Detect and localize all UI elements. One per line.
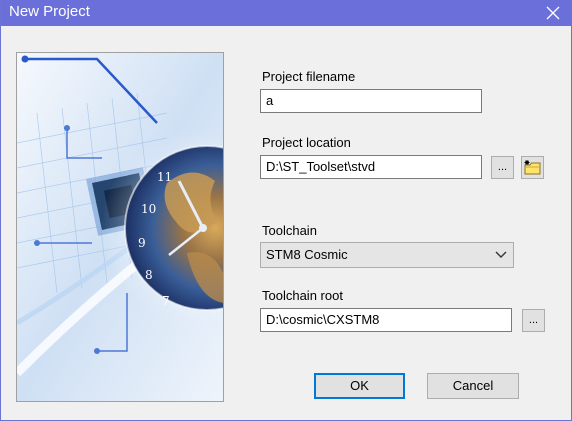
svg-text:8: 8	[145, 268, 153, 282]
toolchain-root-browse-button[interactable]: ...	[522, 309, 545, 332]
project-location-input[interactable]: D:\ST_Toolset\stvd	[260, 155, 482, 179]
toolchain-selected-value: STM8 Cosmic	[266, 247, 348, 262]
svg-text:11: 11	[157, 170, 172, 184]
project-location-browse-button[interactable]: ...	[491, 156, 514, 179]
title-bar: New Project	[1, 0, 572, 26]
toolchain-select[interactable]: STM8 Cosmic	[260, 242, 514, 268]
globe-clock-circuit-illustration: 11 10 9 8 7	[17, 53, 223, 401]
project-illustration: 11 10 9 8 7	[16, 52, 224, 402]
project-filename-input[interactable]: a	[260, 89, 482, 113]
toolchain-root-label: Toolchain root	[262, 288, 343, 303]
chevron-down-icon	[495, 251, 507, 258]
project-location-label: Project location	[262, 135, 351, 150]
ok-button[interactable]: OK	[314, 373, 405, 399]
project-filename-label: Project filename	[262, 69, 356, 84]
folder-new-icon	[524, 160, 541, 175]
window-title: New Project	[9, 3, 90, 20]
toolchain-label: Toolchain	[262, 223, 317, 238]
svg-text:10: 10	[141, 202, 156, 216]
toolchain-root-input[interactable]: D:\cosmic\CXSTM8	[260, 308, 512, 332]
new-project-dialog: New Project 11 10 9 8 7 Project filename…	[0, 0, 572, 421]
svg-text:7: 7	[162, 294, 170, 308]
close-button[interactable]	[533, 0, 572, 26]
svg-text:9: 9	[138, 236, 146, 250]
cancel-button[interactable]: Cancel	[427, 373, 519, 399]
close-icon	[546, 6, 560, 20]
new-folder-button[interactable]	[521, 156, 544, 179]
